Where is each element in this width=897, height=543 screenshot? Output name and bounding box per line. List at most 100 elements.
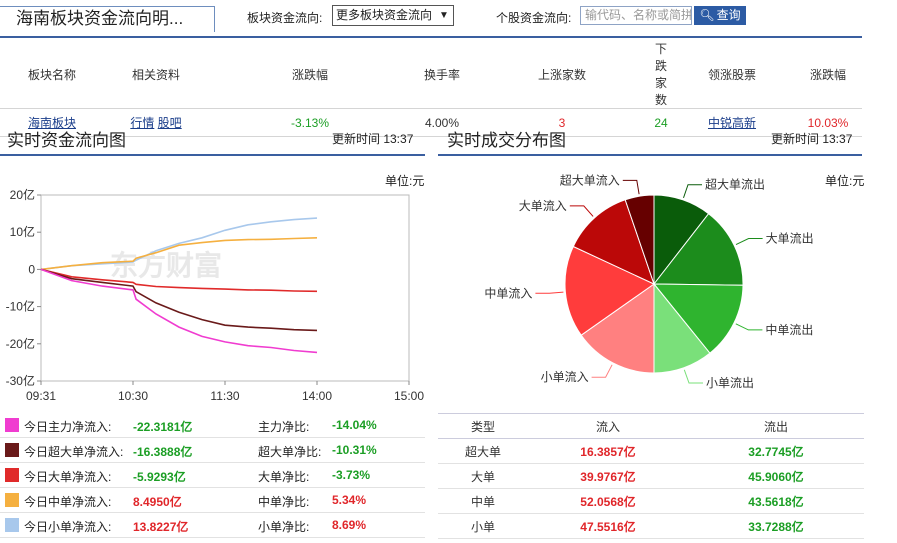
pie-label-leader bbox=[569, 205, 594, 217]
legend-row: 今日大单净流入: -5.9293亿 大单净比: -3.73% bbox=[0, 463, 425, 488]
pie-label-leader bbox=[735, 323, 763, 331]
legend-value: -22.3181亿 bbox=[133, 420, 193, 434]
legend-value: -16.3888亿 bbox=[133, 445, 193, 459]
col-leader: 领涨股票 bbox=[670, 40, 794, 109]
page-title: 海南板块资金流向明... bbox=[0, 6, 215, 32]
pie-slice-label: 超大单流入 bbox=[560, 172, 620, 187]
down-count: 24 bbox=[652, 108, 670, 137]
legend-ratio-value: -3.73% bbox=[332, 468, 371, 482]
legend-ratio-value: 5.34% bbox=[332, 493, 367, 507]
volume-table: 类型 流入 流出 超大单 16.3857亿 32.7745亿 大单 39.976… bbox=[438, 413, 864, 539]
legend-swatch bbox=[5, 443, 19, 457]
volume-pie-chart: 超大单流出大单流出中单流出小单流出 小单流入 中单流入 大单流入 超大单流入 bbox=[484, 172, 814, 390]
row-type: 超大单 bbox=[438, 438, 528, 464]
query-button[interactable]: 🔍︎ 查询 bbox=[694, 6, 746, 25]
y-tick-label: 20亿 bbox=[10, 187, 35, 202]
query-button-label: 查询 bbox=[716, 8, 741, 22]
y-tick-label: -10亿 bbox=[6, 299, 35, 314]
legend-swatch bbox=[5, 418, 19, 432]
sector-summary-table: 板块名称 相关资料 涨跌幅 换手率 上涨家数 下跌家数 领涨股票 涨跌幅 海南板… bbox=[0, 40, 862, 137]
leader-stock-link[interactable]: 中锐高新 bbox=[708, 116, 756, 130]
pie-slice-label: 小单流出 bbox=[706, 376, 754, 390]
col-up-count: 上涨家数 bbox=[472, 40, 652, 109]
table-row: 小单 47.5516亿 33.7288亿 bbox=[438, 513, 864, 539]
legend-label: 今日主力净流入: bbox=[24, 420, 112, 434]
search-icon: 🔍︎ bbox=[699, 8, 715, 22]
legend-value: -5.9293亿 bbox=[133, 470, 186, 484]
row-outflow: 33.7288亿 bbox=[688, 513, 864, 539]
y-tick-label: 10亿 bbox=[10, 224, 35, 239]
volume-section-title: 实时成交分布图 bbox=[447, 131, 566, 150]
col-leader-change: 涨跌幅 bbox=[794, 40, 862, 109]
volume-header-row: 类型 流入 流出 bbox=[438, 413, 864, 439]
legend-ratio-label: 小单净比: bbox=[258, 520, 310, 534]
x-tick-label: 15:00 bbox=[394, 389, 424, 403]
pie-label-leader bbox=[683, 369, 703, 384]
row-type: 小单 bbox=[438, 513, 528, 539]
pie-slice-label: 中单流出 bbox=[765, 322, 813, 337]
col-type: 类型 bbox=[438, 413, 528, 439]
legend-swatch bbox=[5, 468, 19, 482]
sector-flow-select-value: 更多板块资金流向 bbox=[336, 8, 433, 22]
legend-ratio-value: 8.69% bbox=[332, 518, 367, 532]
legend-swatch bbox=[5, 518, 19, 532]
flow-legend: 今日主力净流入: -22.3181亿 主力净比: -14.04% 今日超大单净流入: -1… bbox=[0, 413, 425, 538]
legend-row: 今日超大单净流入: -16.3888亿 超大单净比: -10.31% bbox=[0, 438, 425, 463]
row-inflow: 16.3857亿 bbox=[528, 438, 688, 464]
legend-ratio-value: -14.04% bbox=[332, 418, 377, 432]
legend-label: 今日大单净流入: bbox=[24, 470, 112, 484]
quote-link[interactable]: 行情 bbox=[130, 116, 154, 130]
legend-ratio-label: 超大单净比: bbox=[258, 445, 322, 459]
y-tick-label: -20亿 bbox=[6, 336, 35, 351]
table-row: 中单 52.0568亿 43.5618亿 bbox=[438, 488, 864, 514]
col-change: 涨跌幅 bbox=[208, 40, 412, 109]
col-sector-name: 板块名称 bbox=[0, 40, 104, 109]
row-type: 大单 bbox=[438, 463, 528, 489]
table-row: 海南板块 行情 股吧 -3.13% 4.00% 3 24 中锐高新 10.03% bbox=[0, 108, 862, 137]
chart-plot-area bbox=[40, 194, 410, 382]
pie-slice-label: 大单流入 bbox=[519, 199, 567, 213]
row-outflow: 43.5618亿 bbox=[688, 488, 864, 514]
legend-value: 8.4950亿 bbox=[133, 495, 182, 509]
pie-slice-label: 中单流入 bbox=[484, 285, 532, 300]
legend-row: 今日主力净流入: -22.3181亿 主力净比: -14.04% bbox=[0, 413, 425, 438]
pie-slice-label: 大单流出 bbox=[766, 231, 814, 245]
sector-flow-label: 板块资金流向: bbox=[247, 11, 323, 25]
pie-slice-label: 超大单流出 bbox=[705, 177, 765, 192]
x-tick-label: 14:00 bbox=[302, 389, 332, 403]
row-inflow: 52.0568亿 bbox=[528, 488, 688, 514]
legend-ratio-label: 主力净比: bbox=[258, 420, 310, 434]
row-outflow: 32.7745亿 bbox=[688, 438, 864, 464]
col-inflow: 流入 bbox=[528, 413, 688, 439]
volume-section-divider bbox=[438, 154, 862, 156]
sector-flow-select[interactable]: 更多板块资金流向 ▼ bbox=[332, 5, 454, 26]
row-outflow: 45.9060亿 bbox=[688, 463, 864, 489]
forum-link[interactable]: 股吧 bbox=[158, 116, 182, 130]
col-down-count: 下跌家数 bbox=[652, 40, 670, 109]
legend-label: 今日超大单净流入: bbox=[24, 445, 124, 459]
col-related: 相关资料 bbox=[104, 40, 208, 109]
legend-value: 13.8227亿 bbox=[133, 520, 189, 534]
stock-search-input[interactable]: 输代码、名称或简拼 bbox=[580, 6, 692, 25]
legend-label: 今日中单净流入: bbox=[24, 495, 112, 509]
stock-flow-label: 个股资金流向: bbox=[496, 11, 572, 25]
pie-label-leader bbox=[622, 179, 640, 195]
table-row: 大单 39.9767亿 45.9060亿 bbox=[438, 463, 864, 489]
watermark-logo: 东方财富 bbox=[110, 249, 222, 281]
legend-row: 今日小单净流入: 13.8227亿 小单净比: 8.69% bbox=[0, 513, 425, 538]
flow-update-time: 更新时间 13:37 bbox=[332, 132, 414, 146]
pie-slice-label: 小单流入 bbox=[541, 370, 589, 384]
row-type: 中单 bbox=[438, 488, 528, 514]
pie-label-leader bbox=[591, 364, 613, 378]
pie-label-leader bbox=[735, 238, 763, 246]
x-tick-label: 11:30 bbox=[210, 389, 239, 403]
col-turnover: 换手率 bbox=[412, 40, 472, 109]
legend-ratio-value: -10.31% bbox=[332, 443, 377, 457]
row-inflow: 39.9767亿 bbox=[528, 463, 688, 489]
x-tick-label: 09:31 bbox=[26, 389, 56, 403]
legend-ratio-label: 大单净比: bbox=[258, 470, 310, 484]
volume-update-time: 更新时间 13:37 bbox=[771, 132, 853, 146]
row-inflow: 47.5516亿 bbox=[528, 513, 688, 539]
summary-header-row: 板块名称 相关资料 涨跌幅 换手率 上涨家数 下跌家数 领涨股票 涨跌幅 bbox=[0, 40, 862, 109]
pie-label-leader bbox=[535, 291, 564, 294]
